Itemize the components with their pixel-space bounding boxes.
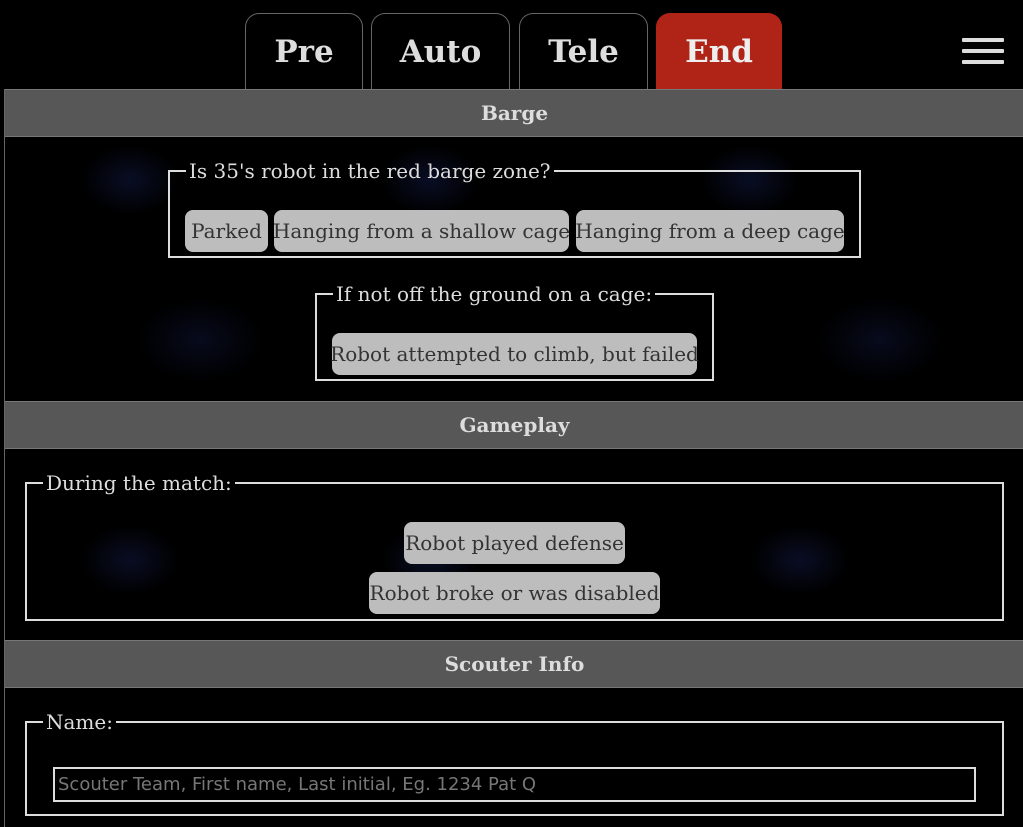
climb-failed-fieldset: If not off the ground on a cage: Robot a… bbox=[315, 282, 714, 381]
tab-tele[interactable]: Tele bbox=[519, 13, 648, 89]
during-match-fieldset: During the match: Robot played defense R… bbox=[25, 471, 1004, 621]
section-header-barge: Barge bbox=[5, 89, 1023, 137]
tab-auto[interactable]: Auto bbox=[371, 13, 510, 89]
name-legend: Name: bbox=[46, 710, 113, 734]
option-deep-cage[interactable]: Hanging from a deep cage bbox=[575, 210, 845, 252]
hamburger-menu-icon[interactable] bbox=[962, 38, 1004, 65]
option-parked[interactable]: Parked bbox=[185, 210, 268, 252]
tab-pre[interactable]: Pre bbox=[245, 13, 363, 89]
name-fieldset: Name: bbox=[25, 710, 1004, 816]
form-content: Barge Is 35's robot in the red barge zon… bbox=[4, 89, 1023, 827]
tab-bar: Pre Auto Tele End bbox=[0, 13, 1023, 89]
option-shallow-cage[interactable]: Hanging from a shallow cage bbox=[273, 210, 570, 252]
scouter-name-input[interactable] bbox=[53, 767, 976, 802]
barge-zone-fieldset: Is 35's robot in the red barge zone? Par… bbox=[168, 159, 861, 258]
tab-end[interactable]: End bbox=[656, 13, 782, 89]
barge-zone-legend: Is 35's robot in the red barge zone? bbox=[189, 159, 551, 183]
section-header-gameplay: Gameplay bbox=[5, 401, 1023, 449]
section-header-scouter-info: Scouter Info bbox=[5, 640, 1023, 688]
option-climb-failed[interactable]: Robot attempted to climb, but failed bbox=[330, 333, 699, 375]
during-match-legend: During the match: bbox=[46, 471, 232, 495]
climb-failed-legend: If not off the ground on a cage: bbox=[336, 282, 653, 306]
option-played-defense[interactable]: Robot played defense bbox=[404, 522, 625, 564]
option-broke-disabled[interactable]: Robot broke or was disabled bbox=[369, 572, 660, 614]
